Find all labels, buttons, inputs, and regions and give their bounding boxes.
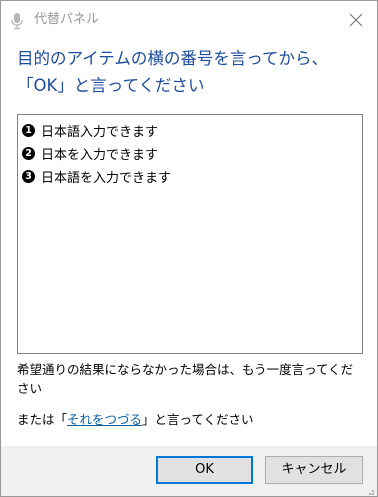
spell-instruction: または「それをつづる」と言ってください [17,410,254,429]
close-button[interactable] [343,7,369,33]
button-bar: OK キャンセル [1,446,377,496]
title-bar[interactable]: 代替パネル [1,1,377,39]
ok-button[interactable]: OK [156,456,253,484]
retry-hint: 希望通りの結果にならなかった場合は、もう一度言ってください [17,362,354,396]
spell-suffix: 」と言ってください [142,412,254,427]
list-item-label: 日本語入力できます [41,125,159,140]
number-badge: 3 [22,170,35,183]
cancel-button[interactable]: キャンセル [265,456,363,484]
list-item[interactable]: 1 日本語入力できます [22,119,352,142]
instruction-text: 目的のアイテムの横の番号を言ってから、「OK」と言ってください [17,49,329,95]
alternates-panel-window: 代替パネル 目的のアイテムの横の番号を言ってから、「OK」と言ってください 1 … [0,0,378,497]
list-item-label: 日本語を入力できます [41,171,172,186]
close-icon [349,13,363,27]
alternates-list[interactable]: 1 日本語入力できます 2 日本を入力できます 3 日本語を入力できます [17,114,363,354]
list-item[interactable]: 3 日本語を入力できます [22,165,352,188]
list-item[interactable]: 2 日本を入力できます [22,142,352,165]
window-title: 代替パネル [34,12,100,27]
number-badge: 2 [22,147,35,160]
microphone-icon [10,12,24,30]
spell-it-link[interactable]: それをつづる [67,412,142,427]
number-badge: 1 [22,124,35,137]
list-item-label: 日本を入力できます [41,148,159,163]
resize-grip-icon[interactable] [365,484,375,495]
spell-prefix: または「 [17,412,68,427]
